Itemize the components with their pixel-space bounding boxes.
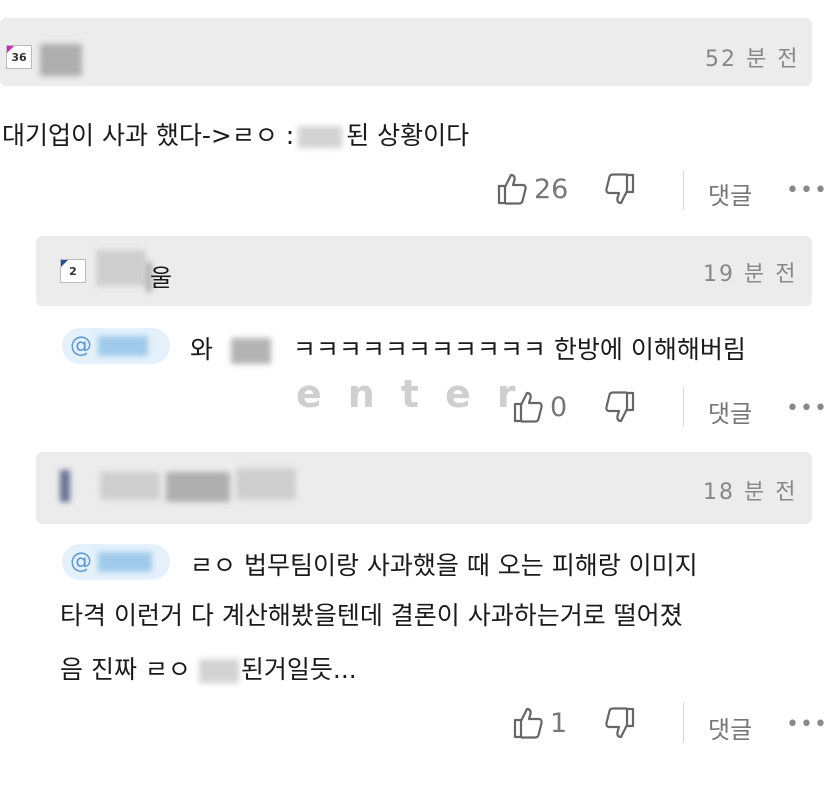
comment-text-line-2: 타격 이런거 다 계산해봤을텐데 결론이 사과하는거로 떨어졌 bbox=[60, 601, 683, 630]
censored-text bbox=[230, 338, 271, 364]
like-count: 0 bbox=[550, 391, 568, 423]
more-icon[interactable]: ••• bbox=[786, 712, 828, 737]
reply-button[interactable]: 댓글 bbox=[708, 176, 752, 211]
thumbs-up-icon bbox=[513, 391, 543, 423]
action-divider bbox=[683, 170, 684, 210]
like-button[interactable]: 1 bbox=[512, 706, 567, 740]
mention-tag[interactable]: @ bbox=[62, 544, 170, 580]
reply-button[interactable]: 댓글 bbox=[708, 394, 752, 429]
username-blurred[interactable] bbox=[96, 250, 146, 286]
mention-tag[interactable]: @ bbox=[62, 328, 170, 364]
username-blurred bbox=[166, 472, 230, 502]
comment-text-line-3: 음 진짜 ㄹㅇ 된거일듯... bbox=[60, 655, 357, 684]
user-level-badge bbox=[60, 470, 70, 502]
comment-time: 18 분 전 bbox=[703, 480, 798, 505]
thumbs-down-icon bbox=[605, 391, 635, 423]
more-icon[interactable]: ••• bbox=[786, 396, 828, 421]
username-blurred bbox=[236, 468, 296, 500]
thumbs-up-icon bbox=[497, 173, 527, 205]
username-blurred[interactable] bbox=[40, 44, 82, 76]
like-button[interactable]: 26 bbox=[496, 172, 568, 206]
watermark: enter bbox=[296, 372, 542, 416]
thumbs-down-icon bbox=[605, 707, 635, 739]
username-blurred[interactable] bbox=[100, 472, 160, 500]
action-divider bbox=[683, 387, 684, 427]
user-level-badge: 2 bbox=[60, 259, 86, 283]
comment-time: 19 분 전 bbox=[703, 262, 798, 287]
censored-text bbox=[298, 126, 343, 148]
comment-header-1 bbox=[0, 18, 812, 86]
dislike-button[interactable] bbox=[604, 706, 636, 740]
like-button[interactable]: 0 bbox=[512, 390, 567, 424]
dislike-button[interactable] bbox=[604, 172, 636, 206]
comment-text: 와 ㅋㅋㅋㅋㅋㅋㅋㅋㅋㅋㅋ 한방에 이해해버림 bbox=[190, 335, 746, 364]
user-level-badge: 36 bbox=[6, 45, 32, 69]
dislike-button[interactable] bbox=[604, 390, 636, 424]
censored-text bbox=[198, 659, 239, 683]
action-divider bbox=[683, 703, 684, 743]
like-count: 26 bbox=[534, 173, 569, 205]
thumbs-down-icon bbox=[605, 173, 635, 205]
comment-text-line-1: ㄹㅇ 법무팀이랑 사과했을 때 오는 피해랑 이미지 bbox=[190, 551, 698, 580]
reply-button[interactable]: 댓글 bbox=[708, 710, 752, 745]
comment-time: 52 분 전 bbox=[705, 47, 800, 72]
username-suffix: 울 bbox=[150, 264, 173, 292]
comment-text: 대기업이 사과 했다->ㄹㅇ :된 상황이다 bbox=[2, 121, 470, 150]
more-icon[interactable]: ••• bbox=[786, 178, 828, 203]
like-count: 1 bbox=[550, 707, 568, 739]
thumbs-up-icon bbox=[513, 707, 543, 739]
